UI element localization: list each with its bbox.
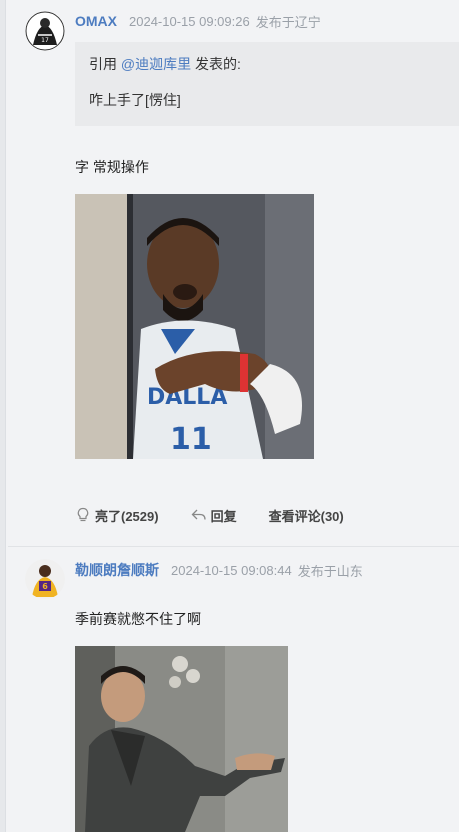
quote-text: 咋上手了[愣住] [89, 92, 181, 108]
lightbulb-icon [77, 507, 89, 522]
comment-post-1: 17 OMAX 2024-10-15 09:09:26 发布于辽宁 引用 @迪迦… [0, 0, 459, 546]
post-meta: OMAX 2024-10-15 09:09:26 发布于辽宁 [75, 11, 321, 31]
reply-button[interactable]: 回复 [191, 506, 237, 525]
reply-image[interactable]: DALLA 11 [75, 194, 314, 459]
svg-text:11: 11 [170, 422, 212, 457]
post-actions: 亮了(2529) 回复 查看评论(30) [75, 505, 376, 525]
post-meta: 勒顺朗詹顺斯 2024-10-15 09:08:44 发布于山东 [75, 560, 363, 580]
location: 发布于辽宁 [255, 14, 321, 30]
quote-prefix: 引用 [89, 56, 121, 72]
quote-suffix: 发表的: [191, 56, 241, 72]
avatar[interactable]: 6 [25, 559, 65, 599]
quote-header: 引用 @迪迦库里 发表的: [89, 54, 241, 74]
quote-mention[interactable]: @迪迦库里 [121, 56, 191, 72]
reply-text: 季前赛就憋不住了啊 [75, 611, 201, 627]
reply-text: 字 常规操作 [75, 159, 149, 175]
view-comments-button[interactable]: 查看评论(30) [269, 506, 344, 525]
quote-block: 引用 @迪迦库里 发表的: 咋上手了[愣住] [75, 42, 459, 126]
view-comments-label: 查看评论(30) [268, 508, 344, 524]
svg-text:6: 6 [42, 582, 48, 591]
like-button[interactable]: 亮了(2529) [75, 506, 159, 525]
reply-label: 回复 [210, 508, 237, 524]
username[interactable]: 勒顺朗詹顺斯 [75, 560, 159, 580]
location: 发布于山东 [297, 563, 363, 579]
username[interactable]: OMAX [75, 13, 117, 29]
reply-arrow-icon [191, 509, 206, 520]
avatar[interactable]: 17 [25, 11, 65, 51]
svg-text:17: 17 [41, 37, 49, 44]
timestamp: 2024-10-15 09:09:26 [129, 13, 250, 29]
comment-post-2: 6 勒顺朗詹顺斯 2024-10-15 09:08:44 发布于山东 季前赛就憋… [0, 547, 459, 832]
timestamp: 2024-10-15 09:08:44 [171, 562, 292, 578]
reply-image[interactable] [75, 646, 288, 832]
like-count: 亮了(2529) [95, 508, 159, 524]
